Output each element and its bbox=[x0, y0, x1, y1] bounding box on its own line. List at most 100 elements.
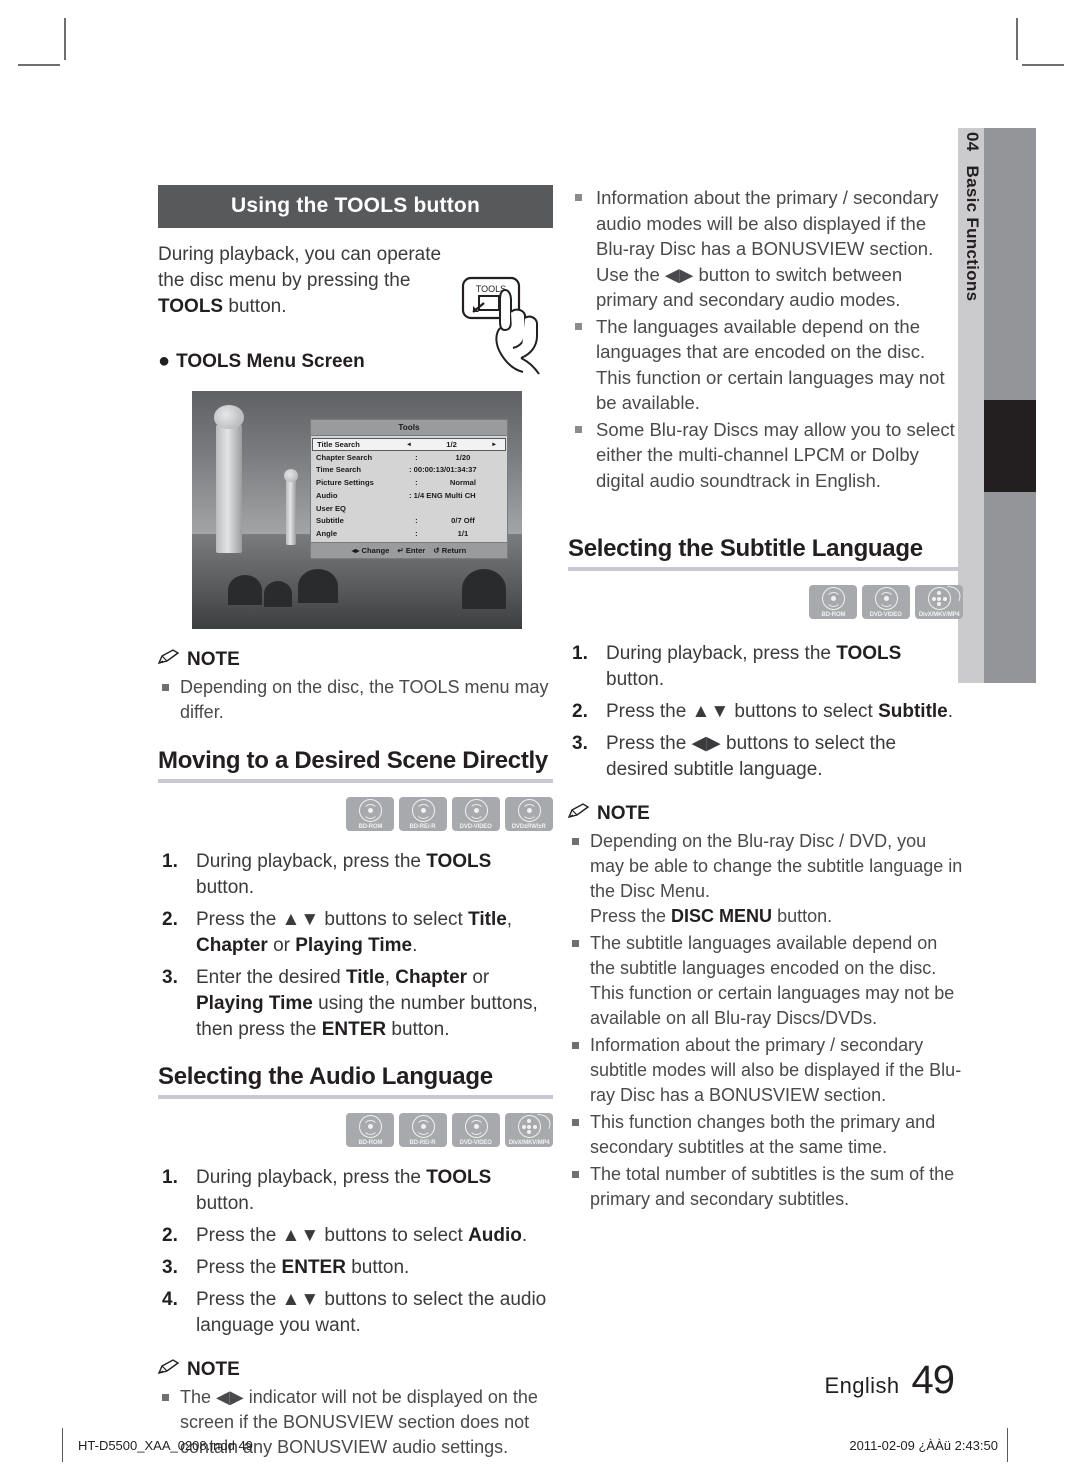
photo-minaret-left bbox=[216, 425, 242, 553]
disc-glyph-icon bbox=[411, 1115, 435, 1138]
step-number: 2. bbox=[162, 909, 178, 930]
osd-footer: ◂▸ Change ↵ Enter ↺ Return bbox=[311, 541, 507, 558]
disc-wave-icon bbox=[878, 592, 894, 607]
disc-caption: DVD-VIDEO bbox=[459, 823, 493, 830]
right-column: Information about the primary / secondar… bbox=[567, 185, 963, 1214]
note-title-2: NOTE bbox=[187, 1359, 240, 1380]
step-number: 1. bbox=[162, 851, 178, 872]
footer-rule-right bbox=[1007, 1428, 1008, 1462]
disc-compatibility-row-audio: BD-ROM BD-RE/-R DVD-VIDEO DivX/MKV/MP4 bbox=[158, 1113, 553, 1147]
disc-caption: DVD-VIDEO bbox=[459, 1139, 493, 1146]
disc-icon-divx-mkv-mp4: DivX/MKV/MP4 bbox=[915, 585, 963, 619]
osd-row-value: : 1/4 ENG Multi CH bbox=[409, 490, 476, 500]
osd-right-arrow-icon[interactable]: ▸ bbox=[487, 440, 501, 450]
step-text: During playback, press the TOOLS button. bbox=[606, 643, 902, 690]
step-item: 2. Press the ▲▼ buttons to select Subtitl… bbox=[568, 699, 963, 725]
photo-minaret-left-dome bbox=[214, 405, 244, 429]
step-item: 4. Press the ▲▼ buttons to select the aud… bbox=[158, 1287, 553, 1339]
step-number: 1. bbox=[572, 643, 588, 664]
osd-left-arrow-icon[interactable]: ◂ bbox=[402, 440, 416, 450]
photo-crowd-1 bbox=[228, 575, 262, 605]
steps-moving-to-scene: 1. During playback, press the TOOLS butto… bbox=[158, 849, 553, 1043]
left-column: Using the TOOLS button During playback, … bbox=[157, 185, 553, 1462]
pencil-icon bbox=[567, 803, 590, 825]
using-tools-bar-heading: Using the TOOLS button bbox=[158, 185, 553, 228]
osd-row-colon: : bbox=[415, 452, 418, 462]
disc-glyph-icon bbox=[358, 1115, 382, 1138]
heading-rule bbox=[568, 567, 963, 571]
step-number: 4. bbox=[162, 1289, 178, 1310]
photo-crowd-2 bbox=[264, 581, 292, 607]
osd-row[interactable]: Title Search ◂ 1/2 ▸ bbox=[312, 438, 506, 452]
side-tab-text: 04 Basic Functions bbox=[962, 124, 982, 564]
page-number-block: English 49 bbox=[825, 1358, 955, 1403]
step-item: 2. Press the ▲▼ buttons to select Audio. bbox=[158, 1223, 553, 1249]
osd-row[interactable]: Chapter Search: 1/20 bbox=[311, 451, 507, 464]
step-item: 1. During playback, press the TOOLS butto… bbox=[158, 1165, 553, 1217]
disc-glyph-icon bbox=[411, 799, 435, 822]
list-item: Information about the primary / secondar… bbox=[568, 1033, 963, 1108]
step-item: 1. During playback, press the TOOLS butto… bbox=[158, 849, 553, 901]
disc-compatibility-row-subtitle: BD-ROM DVD-VIDEO DivX/MKV/MP4 bbox=[568, 585, 963, 619]
disc-icon-dvd-rw-r: DVD±RW/±R bbox=[505, 797, 553, 831]
disc-caption: BD-ROM bbox=[358, 823, 382, 830]
list-item: This function changes both the primary a… bbox=[568, 1110, 963, 1160]
side-tab-number: 04 bbox=[963, 132, 982, 152]
note-heading-3: NOTE bbox=[567, 803, 963, 825]
disc-icon-bd-re-r: BD-RE/-R bbox=[399, 797, 447, 831]
disc-caption: DivX/MKV/MP4 bbox=[918, 611, 960, 618]
osd-row[interactable]: Subtitle: 0/7 Off bbox=[311, 515, 507, 528]
reel-holes bbox=[521, 1119, 537, 1134]
film-reel-icon bbox=[927, 587, 951, 610]
side-tab-active-marker bbox=[984, 400, 1036, 492]
osd-row-value: 0/7 Off bbox=[451, 516, 475, 526]
step-text: During playback, press the TOOLS button. bbox=[196, 1167, 492, 1214]
osd-row[interactable]: Angle: 1/1 bbox=[311, 528, 507, 541]
disc-icon-dvd-video: DVD-VIDEO bbox=[862, 585, 910, 619]
disc-wave-icon bbox=[468, 804, 484, 819]
osd-row-label: Audio bbox=[316, 490, 338, 500]
disc-caption: BD-RE/-R bbox=[410, 1139, 436, 1146]
step-number: 2. bbox=[162, 1225, 178, 1246]
osd-row[interactable]: User EQ bbox=[311, 502, 507, 515]
disc-icon-dvd-video: DVD-VIDEO bbox=[452, 1113, 500, 1147]
photo-minaret-small bbox=[286, 479, 296, 545]
osd-row-label: Angle bbox=[316, 529, 338, 539]
osd-row-value: 1/2 bbox=[446, 439, 457, 449]
disc-glyph-icon bbox=[874, 587, 898, 610]
osd-row-value: Normal bbox=[449, 478, 477, 488]
osd-row-colon: : bbox=[415, 516, 418, 526]
osd-row-label: Picture Settings bbox=[316, 478, 374, 488]
pencil-icon bbox=[157, 649, 180, 671]
chapter-side-tab: 04 Basic Functions bbox=[958, 128, 1036, 683]
footer-file-name: HT-D5500_XAA_0208.indd 49 bbox=[78, 1438, 253, 1453]
disc-wave-icon bbox=[521, 804, 537, 819]
step-item: 3. Press the ◀▶ buttons to select the des… bbox=[568, 731, 963, 783]
disc-wave-icon bbox=[415, 1120, 431, 1135]
step-number: 3. bbox=[162, 1257, 178, 1278]
osd-row-colon: : bbox=[415, 529, 418, 539]
crop-mark-top-right-horizontal bbox=[1022, 64, 1064, 66]
disc-icon-dvd-video: DVD-VIDEO bbox=[452, 797, 500, 831]
disc-caption: DVD-VIDEO bbox=[869, 611, 903, 618]
osd-row[interactable]: Picture Settings: Normal bbox=[311, 477, 507, 490]
osd-row[interactable]: Time Search: 00:00:13/01:34:37 bbox=[311, 464, 507, 477]
bullet-dot-icon: ● bbox=[158, 350, 171, 372]
osd-row-list: Title Search ◂ 1/2 ▸ Chapter Search: 1/20 Time… bbox=[311, 436, 507, 542]
osd-footer-change: ◂▸ Change bbox=[351, 545, 390, 555]
list-item: Some Blu-ray Discs may allow you to sele… bbox=[568, 417, 963, 494]
step-text: Press the ▲▼ buttons to select Audio. bbox=[196, 1225, 528, 1246]
page-number: 49 bbox=[911, 1358, 955, 1402]
step-item: 2. Press the ▲▼ buttons to select Title, … bbox=[158, 907, 553, 959]
osd-row[interactable]: Audio : 1/4 ENG Multi CH bbox=[311, 490, 507, 503]
steps-audio-language: 1. During playback, press the TOOLS butto… bbox=[158, 1165, 553, 1339]
osd-footer-return: ↺ Return bbox=[433, 545, 467, 555]
disc-wave-icon bbox=[362, 1120, 378, 1135]
tools-intro-text-2: button. bbox=[223, 296, 287, 317]
note-title-3: NOTE bbox=[597, 803, 650, 824]
footer-rule-left bbox=[62, 1428, 63, 1462]
note-title-1: NOTE bbox=[187, 649, 240, 670]
tools-intro-bold: TOOLS bbox=[158, 296, 224, 317]
tools-intro-block: During playback, you can operate the dis… bbox=[158, 242, 553, 375]
photo-minaret-small-dome bbox=[284, 469, 298, 482]
